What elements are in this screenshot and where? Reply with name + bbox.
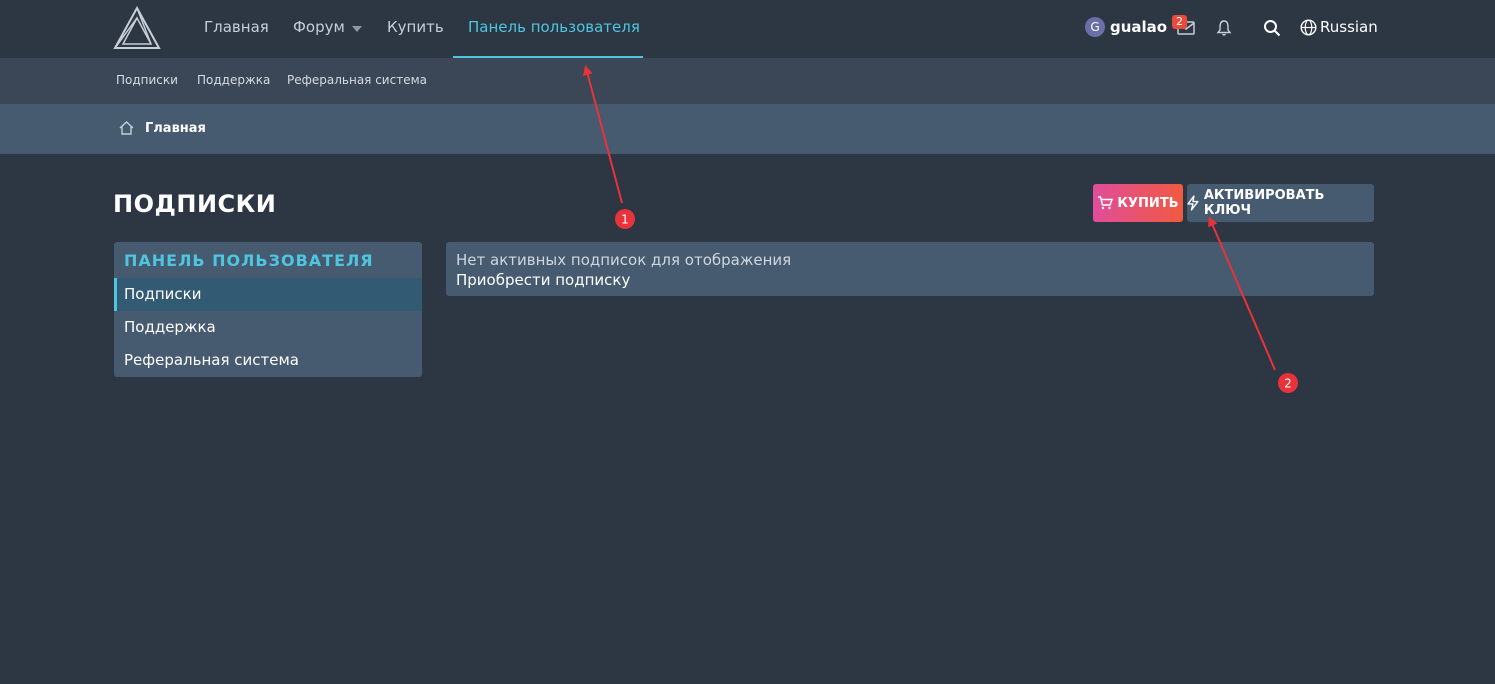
nav-home[interactable]: Главная [204,18,269,36]
activate-key-label: АКТИВИРОВАТЬ КЛЮЧ [1203,188,1325,218]
subnav-referral[interactable]: Реферальная система [287,73,427,87]
bell-icon[interactable] [1216,19,1232,37]
activate-key-button[interactable]: АКТИВИРОВАТЬ КЛЮЧ [1187,184,1374,222]
breadcrumb-home[interactable]: Главная [145,121,206,136]
page-title: ПОДПИСКИ [113,190,277,218]
purchase-subscription-link[interactable]: Приобрести подписку [456,271,630,289]
empty-state-message: Нет активных подписок для отображения [456,251,792,269]
subscriptions-content: Нет активных подписок для отображения Пр… [446,242,1374,296]
annotation-marker-1 [615,209,635,229]
sidebar-title: ПАНЕЛЬ ПОЛЬЗОВАТЕЛЯ [124,251,374,270]
lightning-icon [1187,195,1199,211]
sidebar-item-support[interactable]: Поддержка [114,311,422,344]
subnav-subscriptions[interactable]: Подписки [116,73,178,87]
nav-buy[interactable]: Купить [387,18,444,36]
annotation-marker-2 [1278,373,1298,393]
mail-count-badge: 2 [1172,15,1187,29]
buy-button-label: КУПИТЬ [1117,195,1179,211]
subnav-support[interactable]: Поддержка [197,73,270,87]
sidebar-item-referral[interactable]: Реферальная система [114,344,422,377]
username[interactable]: gualao [1110,18,1167,36]
sidebar-item-subscriptions[interactable]: Подписки [114,278,422,311]
cart-icon [1098,196,1114,210]
site-logo[interactable] [113,6,161,50]
search-icon[interactable] [1263,19,1281,37]
globe-icon[interactable] [1300,19,1317,36]
user-panel-sidebar: ПАНЕЛЬ ПОЛЬЗОВАТЕЛЯ Подписки Поддержка Р… [114,242,422,377]
home-icon[interactable] [119,121,134,135]
language-selector[interactable]: Russian [1320,18,1378,36]
annotation-label-1: 1 [621,213,629,227]
annotation-label-2: 2 [1284,377,1292,391]
avatar[interactable]: G [1085,17,1105,37]
nav-forum[interactable]: Форум [293,18,345,36]
buy-button[interactable]: КУПИТЬ [1093,184,1183,222]
chevron-down-icon[interactable] [352,26,362,32]
breadcrumb [0,104,1495,154]
nav-user-panel[interactable]: Панель пользователя [468,18,640,36]
avatar-letter: G [1090,20,1100,34]
